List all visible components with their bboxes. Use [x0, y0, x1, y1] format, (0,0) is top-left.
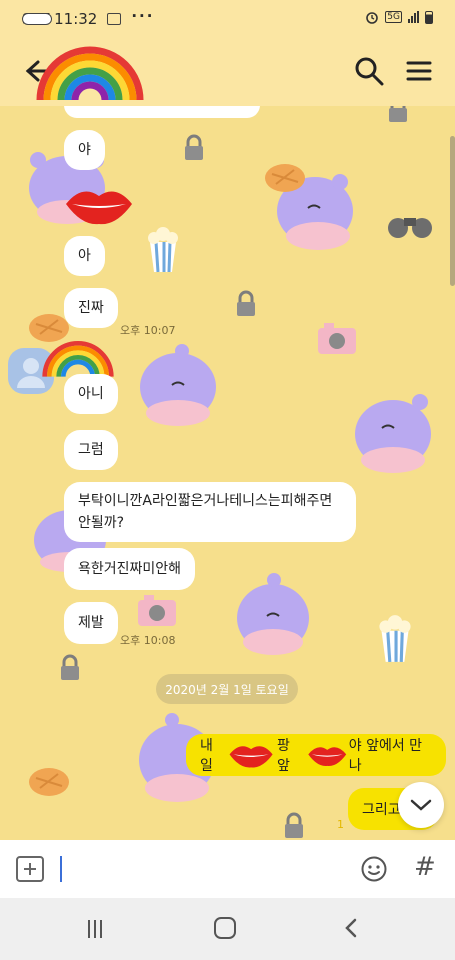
message-bubble[interactable]: 야	[64, 130, 105, 170]
emoticon-icon[interactable]	[360, 855, 388, 883]
padlock-wallpaper-icon	[185, 134, 203, 160]
message-text: 그리고	[362, 802, 401, 818]
battery-icon	[425, 10, 433, 24]
scrollbar[interactable]	[450, 136, 455, 286]
alarm-icon	[366, 12, 379, 24]
rainbow-sticker	[42, 341, 114, 377]
message-text: 팡 앞	[277, 738, 290, 774]
date-divider: 2020년 2월 1일 토요일	[156, 674, 298, 704]
network-badge: 5G	[385, 11, 402, 23]
message-text: 그럼	[78, 442, 104, 458]
message-time: 오후 10:07	[120, 324, 176, 337]
message-text-line: 안될까?	[78, 515, 125, 531]
my-message-bubble[interactable]: 내일 팡 앞 야 앞에서 만나	[186, 734, 446, 776]
hippo-wallpaper-icon	[355, 394, 431, 473]
message-input-bar: #	[0, 840, 455, 898]
chat-header	[0, 36, 455, 106]
message-bubble[interactable]: 그럼	[64, 430, 118, 470]
message-text: 내일	[200, 738, 213, 774]
camera-wallpaper-icon	[318, 323, 356, 354]
message-time: 오후 10:08	[120, 634, 176, 647]
message-text: 야 앞에서 만나	[348, 738, 423, 774]
message-bubble[interactable]: 진짜	[64, 288, 118, 328]
message-bubble[interactable]: 제발	[64, 602, 118, 644]
signal-icon	[408, 11, 419, 23]
lips-censor-icon	[308, 747, 347, 767]
message-text: 진짜	[78, 300, 104, 316]
message-text: 욕한거진짜미안해	[78, 561, 182, 577]
nav-back-icon[interactable]	[342, 918, 362, 938]
message-bubble[interactable]: 아	[64, 236, 105, 276]
message-bubble[interactable]: 아니	[64, 374, 118, 414]
rainbow-sticker	[36, 46, 144, 101]
talk-notification-icon	[22, 13, 52, 25]
message-input[interactable]	[60, 856, 62, 882]
padlock-wallpaper-icon	[389, 106, 407, 122]
previous-message-bubble[interactable]	[64, 106, 260, 118]
lips-censor-icon	[66, 191, 132, 225]
message-text: 제발	[78, 615, 104, 631]
status-bar: SKT 11:32 ··· 5G	[0, 0, 455, 36]
home-icon[interactable]	[214, 917, 236, 939]
padlock-wallpaper-icon	[61, 654, 79, 680]
popcorn-wallpaper-icon	[379, 615, 411, 663]
message-text: 아니	[78, 386, 104, 402]
unread-count: 1	[337, 818, 344, 831]
hash-icon[interactable]: #	[414, 852, 436, 882]
recent-apps-icon[interactable]	[88, 920, 108, 938]
padlock-wallpaper-icon	[237, 290, 255, 316]
date-text: 2020년 2월 1일 토요일	[165, 682, 289, 697]
chevron-down-icon	[410, 799, 432, 811]
padlock-wallpaper-icon	[285, 812, 303, 838]
hamburger-menu-icon[interactable]	[404, 56, 434, 86]
binoculars-wallpaper-icon	[388, 218, 432, 238]
message-text: 야	[78, 142, 91, 158]
message-bubble[interactable]: 부탁이니깐A라인짧은거나테니스는피해주면 안될까?	[64, 482, 356, 542]
hippo-wallpaper-icon	[140, 344, 216, 426]
scroll-to-bottom-button[interactable]	[398, 782, 444, 828]
message-bubble[interactable]: 욕한거진짜미안해	[64, 548, 196, 590]
system-nav-bar	[0, 898, 455, 960]
camera-wallpaper-icon	[138, 595, 176, 626]
lips-censor-icon	[229, 746, 273, 768]
hippo-wallpaper-icon	[237, 573, 309, 655]
pastry-wallpaper-icon	[265, 164, 305, 192]
search-icon[interactable]	[352, 54, 386, 88]
pastry-wallpaper-icon	[29, 768, 69, 796]
plus-box-icon[interactable]	[16, 856, 44, 882]
message-text: 아	[78, 248, 91, 264]
gallery-notification-icon	[107, 13, 122, 25]
more-dots-icon: ···	[131, 7, 155, 25]
popcorn-wallpaper-icon	[148, 227, 178, 273]
chat-area[interactable]: 야 아 진짜 오후 10:07 아니 그럼 부탁이니깐A라인짧은거나테니스는피해…	[0, 106, 455, 840]
message-text-line: 부탁이니깐A라인짧은거나테니스는피해주면	[78, 493, 333, 509]
